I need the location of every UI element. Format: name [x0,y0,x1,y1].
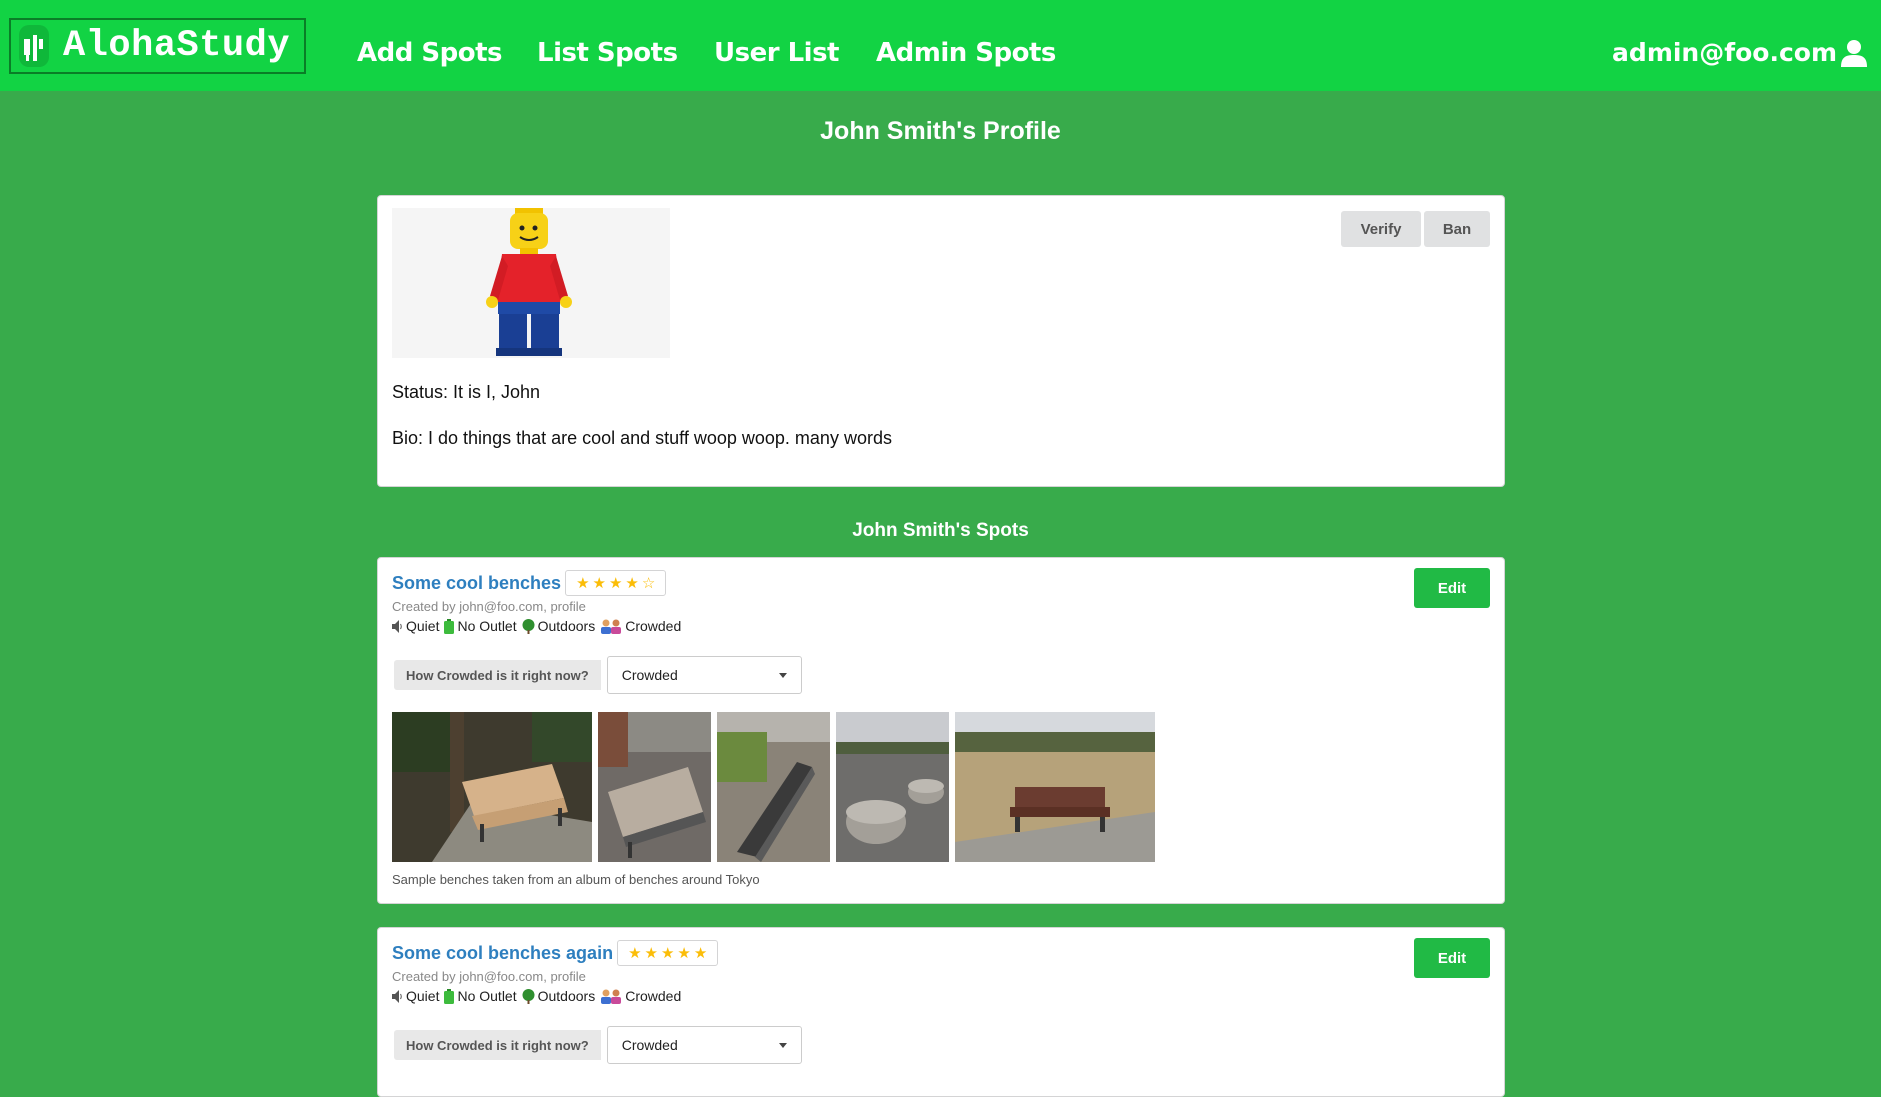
bench-photo[interactable] [836,712,949,862]
avatar [392,208,670,358]
star-icon[interactable]: ★ [694,946,707,961]
tag-outdoors: Outdoors [522,988,596,1004]
profile-card: Verify Ban Status: It is I, John Bio: I … [377,195,1505,487]
star-icon[interactable]: ★ [677,946,690,961]
bench-photo[interactable] [955,712,1155,862]
star-icon[interactable]: ★ [628,946,641,961]
page-title: John Smith's Profile [820,117,1061,145]
created-by: Created by john@foo.com, profile [392,969,586,984]
tag-no-outlet: No Outlet [444,988,517,1004]
photo-caption: Sample benches taken from an album of be… [392,872,760,887]
study-logo-icon [19,25,49,67]
user-menu[interactable]: admin@foo.com [1612,38,1867,67]
spot-tags: Quiet No Outlet Outdoors Crowded [392,618,686,634]
edit-button[interactable]: Edit [1414,938,1490,978]
empty-star-icon[interactable]: ☆ [642,576,655,591]
tag-crowded: Crowded [600,618,681,634]
tag-crowded: Crowded [600,988,681,1004]
profile-bio: Bio: I do things that are cool and stuff… [392,428,892,448]
spots-section-title: John Smith's Spots [852,520,1029,541]
people-icon [601,989,622,1004]
user-icon [1841,39,1867,67]
navbar: AlohaStudy Add Spots List Spots User Lis… [0,0,1881,91]
crowd-question-label: How Crowded is it right now? [394,660,601,690]
speaker-icon [392,989,402,1003]
spot-title-link[interactable]: Some cool benches again [392,943,613,964]
tag-label: No Outlet [457,988,517,1004]
tree-icon [522,618,535,634]
dropdown-caret-icon [778,672,787,678]
bench-photo[interactable] [392,712,592,862]
lego-figure-image [486,208,572,356]
created-by: Created by john@foo.com, profile [392,599,586,614]
nav-list-spots[interactable]: List Spots [537,38,678,68]
crowd-dropdown[interactable]: Crowded [606,1026,802,1064]
tag-label: Outdoors [537,618,596,634]
tag-no-outlet: No Outlet [444,618,517,634]
crowd-question-label: How Crowded is it right now? [394,1030,601,1060]
brand-logo[interactable]: AlohaStudy [9,18,306,74]
edit-button[interactable]: Edit [1414,568,1490,608]
star-rating[interactable]: ★ ★ ★ ★ ★ [617,940,719,966]
crowd-dropdown[interactable]: Crowded [606,656,802,694]
star-icon[interactable]: ★ [625,576,638,591]
crowd-form: How Crowded is it right now? Crowded [394,656,802,694]
user-email: admin@foo.com [1612,38,1837,67]
tag-outdoors: Outdoors [522,618,596,634]
speaker-icon [392,619,402,633]
star-icon[interactable]: ★ [645,946,658,961]
tree-icon [522,988,535,1004]
profile-status: Status: It is I, John [392,382,541,402]
battery-icon [444,618,455,634]
tag-label: Crowded [625,618,682,634]
ban-button[interactable]: Ban [1424,211,1490,247]
crowd-form: How Crowded is it right now? Crowded [394,1026,802,1064]
star-icon[interactable]: ★ [593,576,606,591]
nav-user-list[interactable]: User List [714,38,839,68]
star-rating[interactable]: ★ ★ ★ ★ ☆ [565,570,667,596]
tag-label: Quiet [406,988,440,1004]
brand-name: AlohaStudy [63,25,291,67]
tag-quiet: Quiet [392,988,439,1004]
nav-admin-spots[interactable]: Admin Spots [876,38,1056,68]
bench-photo[interactable] [598,712,711,862]
tag-label: Crowded [625,988,682,1004]
star-icon[interactable]: ★ [661,946,674,961]
star-icon[interactable]: ★ [609,576,622,591]
verify-button[interactable]: Verify [1341,211,1421,247]
spot-tags: Quiet No Outlet Outdoors Crowded [392,988,686,1004]
bench-photo[interactable] [717,712,830,862]
spot-card: Some cool benches again ★ ★ ★ ★ ★ Create… [377,927,1505,1097]
tag-label: Outdoors [537,988,596,1004]
crowd-selected-value: Crowded [621,1037,678,1053]
tag-label: Quiet [406,618,440,634]
battery-icon [444,988,455,1004]
spot-card: Some cool benches ★ ★ ★ ★ ☆ Created by j… [377,557,1505,904]
photo-gallery [392,712,1155,862]
crowd-selected-value: Crowded [621,667,678,683]
star-icon[interactable]: ★ [576,576,589,591]
dropdown-caret-icon [778,1042,787,1048]
tag-quiet: Quiet [392,618,439,634]
nav-add-spots[interactable]: Add Spots [357,38,503,68]
people-icon [601,619,622,634]
tag-label: No Outlet [457,618,517,634]
spot-title-link[interactable]: Some cool benches [392,573,561,594]
